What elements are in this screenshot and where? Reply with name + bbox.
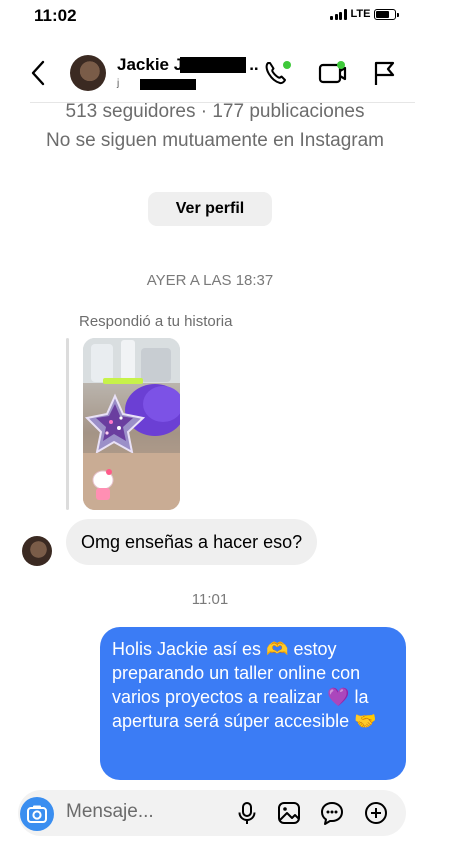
mutual-follow-status: No se siguen mutuamente en Instagram	[46, 130, 384, 151]
camera-button[interactable]	[20, 797, 54, 831]
profile-stats: 513 seguidores · 177 publicaciones	[65, 101, 365, 122]
network-label: LTE	[350, 8, 371, 20]
view-profile-button[interactable]: Ver perfil	[148, 192, 272, 226]
redaction-mark	[180, 57, 246, 73]
sender-avatar[interactable]	[22, 536, 52, 566]
redaction-mark	[140, 79, 196, 90]
status-indicators: LTE	[330, 8, 400, 20]
story-image	[83, 338, 180, 510]
time-divider: 11:01	[191, 591, 229, 608]
add-button[interactable]	[362, 799, 390, 827]
sticker-icon	[321, 802, 343, 825]
signal-icon	[330, 8, 347, 20]
gallery-button[interactable]	[275, 799, 303, 827]
gallery-icon	[278, 802, 300, 824]
video-call-button[interactable]	[316, 58, 348, 88]
story-reply-label: Respondió a tu historia	[79, 313, 233, 330]
microphone-icon	[238, 802, 256, 824]
incoming-message[interactable]: Omg enseñas a hacer eso?	[66, 519, 318, 565]
story-reply-bar	[66, 338, 69, 510]
story-thumbnail[interactable]	[83, 338, 180, 510]
contact-username: j	[117, 78, 120, 89]
battery-icon	[374, 8, 400, 20]
back-button[interactable]	[26, 58, 52, 88]
add-icon	[365, 802, 387, 824]
active-status-dot	[283, 61, 291, 69]
voice-message-button[interactable]	[233, 799, 261, 827]
contact-avatar[interactable]	[70, 55, 106, 91]
sticker-button[interactable]	[318, 799, 346, 827]
back-icon	[31, 60, 45, 86]
active-status-dot	[337, 61, 345, 69]
status-time: 11:02	[34, 6, 77, 25]
report-button[interactable]	[370, 58, 398, 88]
date-divider: AYER A LAS 18:37	[146, 272, 274, 289]
flag-icon	[374, 61, 395, 85]
camera-icon	[27, 805, 47, 823]
outgoing-message[interactable]: Holis Jackie así es 🫶 estoy preparando u…	[100, 627, 406, 780]
call-button[interactable]	[262, 58, 292, 88]
message-input[interactable]: Mensaje...	[66, 801, 154, 823]
